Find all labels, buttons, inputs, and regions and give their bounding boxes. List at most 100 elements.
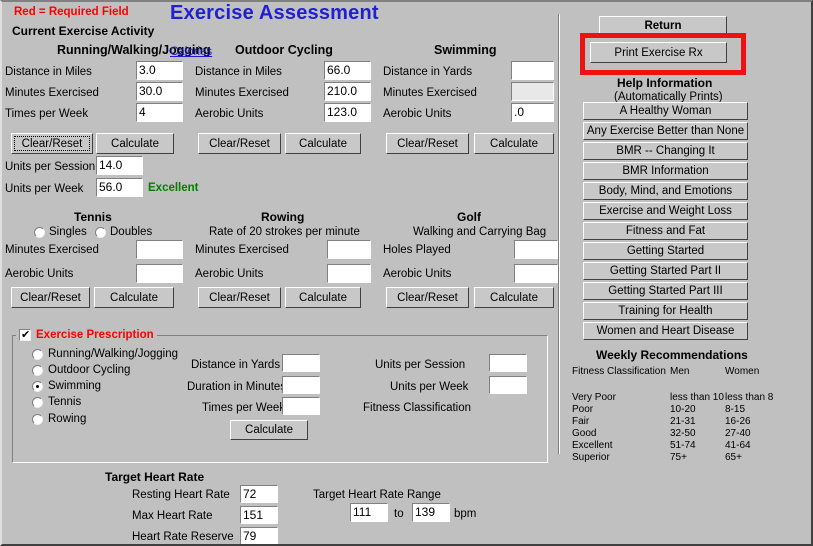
help-button-2-label: BMR -- Changing It <box>616 145 715 157</box>
weekly-row-5-class: Superior <box>572 452 610 463</box>
help-button-a-healthy-woman[interactable]: A Healthy Woman <box>583 102 748 120</box>
weekly-row-4-men: 51-74 <box>670 440 696 451</box>
prescription-radio-rowing[interactable] <box>32 414 43 425</box>
prescription-calculate-button[interactable]: Calculate <box>230 420 308 440</box>
prescription-option-1-label[interactable]: Outdoor Cycling <box>48 364 130 377</box>
tennis-doubles-label[interactable]: Doubles <box>110 226 152 239</box>
golf-calculate-button[interactable]: Calculate <box>474 287 554 308</box>
cycling-calculate-button[interactable]: Calculate <box>285 133 361 154</box>
cycling-field-0-label: Distance in Miles <box>195 66 282 78</box>
running-times-per-week-input[interactable]: 4 <box>136 103 183 122</box>
weekly-row-0-men: less than 10 <box>670 392 724 403</box>
tennis-field-0-label: Minutes Exercised <box>5 244 99 256</box>
target-range-unit-label: bpm <box>454 508 477 520</box>
prescription-distance-input[interactable] <box>282 354 320 372</box>
swimming-field-1-label: Minutes Exercised <box>383 87 477 99</box>
help-button-women-and-heart-disease[interactable]: Women and Heart Disease <box>583 322 748 340</box>
prescription-option-3-label[interactable]: Tennis <box>48 396 81 409</box>
swimming-calculate-button[interactable]: Calculate <box>474 133 554 154</box>
prescription-output-1-label: Units per Week <box>390 381 469 393</box>
max-heart-rate-output: 151 <box>240 506 278 524</box>
golf-clear-reset-button[interactable]: Clear/Reset <box>386 287 469 308</box>
golf-clear-reset-label: Clear/Reset <box>397 291 458 304</box>
running-result-1-label: Units per Week <box>5 183 84 195</box>
help-button-0-label: A Healthy Woman <box>619 105 712 117</box>
panel-divider <box>558 14 560 454</box>
prescription-units-per-session-output <box>489 354 527 372</box>
prescription-calculate-label: Calculate <box>245 424 293 436</box>
radio-selected-dot <box>35 384 39 388</box>
help-button-body-mind-and-emotions[interactable]: Body, Mind, and Emotions <box>583 182 748 200</box>
prescription-radio-cycling[interactable] <box>32 365 43 376</box>
prescription-option-4-label[interactable]: Rowing <box>48 413 86 426</box>
rowing-calculate-button[interactable]: Calculate <box>285 287 361 308</box>
help-button-11-label: Women and Heart Disease <box>596 325 735 337</box>
exercise-prescription-checkbox[interactable]: ✔ <box>19 329 31 341</box>
swimming-distance-input[interactable] <box>511 61 554 80</box>
print-exercise-rx-button[interactable]: Print Exercise Rx <box>590 42 727 63</box>
rowing-calculate-label: Calculate <box>299 291 347 304</box>
cycling-clear-reset-button[interactable]: Clear/Reset <box>198 133 281 154</box>
tennis-field-1-label: Aerobic Units <box>5 268 74 280</box>
target-range-high-output: 139 <box>412 503 450 522</box>
target-range-low-output: 111 <box>350 503 388 522</box>
help-button-bmr-changing-it[interactable]: BMR -- Changing It <box>583 142 748 160</box>
help-button-getting-started[interactable]: Getting Started <box>583 242 748 260</box>
swimming-minutes-input[interactable] <box>511 82 554 101</box>
return-button[interactable]: Return <box>599 16 727 36</box>
prescription-times-per-week-input[interactable] <box>282 397 320 415</box>
running-distance-input[interactable]: 3.0 <box>136 61 183 80</box>
prescription-option-2-label[interactable]: Swimming <box>48 380 101 393</box>
target-heart-rate-title: Target Heart Rate <box>105 470 205 484</box>
target-range-to-label: to <box>394 508 404 520</box>
golf-holes-played-input[interactable] <box>514 240 558 259</box>
help-button-4-label: Body, Mind, and Emotions <box>598 185 733 197</box>
rowing-clear-reset-button[interactable]: Clear/Reset <box>198 287 281 308</box>
tennis-clear-reset-button[interactable]: Clear/Reset <box>11 287 90 308</box>
cycling-field-2-label: Aerobic Units <box>195 108 264 120</box>
running-units-per-week-output: 56.0 <box>96 178 143 197</box>
exercise-prescription-group-label: ✔ Exercise Prescription <box>16 328 157 342</box>
weekly-row-5-women: 65+ <box>725 452 742 463</box>
tennis-singles-label[interactable]: Singles <box>49 226 87 239</box>
weekly-col-header-2: Women <box>725 366 760 377</box>
tennis-calculate-button[interactable]: Calculate <box>94 287 174 308</box>
help-button-exercise-and-weight-loss[interactable]: Exercise and Weight Loss <box>583 202 748 220</box>
prescription-radio-swimming[interactable] <box>32 381 43 392</box>
calories-link[interactable]: Calories <box>170 46 212 58</box>
prescription-input-0-label: Distance in Yards <box>191 359 281 371</box>
cycling-minutes-input[interactable]: 210.0 <box>324 82 371 101</box>
prescription-duration-input[interactable] <box>282 376 320 394</box>
help-button-training-for-health[interactable]: Training for Health <box>583 302 748 320</box>
rowing-minutes-input[interactable] <box>327 240 371 259</box>
help-button-getting-started-part-ii[interactable]: Getting Started Part II <box>583 262 748 280</box>
prescription-option-0-label[interactable]: Running/Walking/Jogging <box>48 348 178 361</box>
running-calculate-button[interactable]: Calculate <box>96 133 174 154</box>
rowing-subtitle: Rate of 20 strokes per minute <box>209 226 360 238</box>
tennis-doubles-radio[interactable] <box>95 227 106 238</box>
tennis-section-title: Tennis <box>74 210 112 224</box>
resting-heart-rate-input[interactable]: 72 <box>240 485 278 503</box>
cycling-distance-input[interactable]: 66.0 <box>324 61 371 80</box>
rowing-clear-reset-label: Clear/Reset <box>209 291 270 304</box>
tennis-minutes-input[interactable] <box>136 240 183 259</box>
golf-subtitle: Walking and Carrying Bag <box>413 226 547 238</box>
weekly-row-1-class: Poor <box>572 404 594 415</box>
tennis-singles-radio[interactable] <box>34 227 45 238</box>
prescription-radio-running[interactable] <box>32 349 43 360</box>
weekly-row-5-men: 75+ <box>670 452 687 463</box>
running-clear-reset-button[interactable]: Clear/Reset <box>11 133 93 154</box>
golf-field-0-label: Holes Played <box>383 244 451 256</box>
running-fitness-classification: Excellent <box>148 182 199 194</box>
help-button-getting-started-part-iii[interactable]: Getting Started Part III <box>583 282 748 300</box>
help-button-bmr-information[interactable]: BMR Information <box>583 162 748 180</box>
running-minutes-input[interactable]: 30.0 <box>136 82 183 101</box>
swimming-clear-reset-label: Clear/Reset <box>397 137 458 150</box>
focus-ring <box>14 136 90 151</box>
help-button-fitness-and-fat[interactable]: Fitness and Fat <box>583 222 748 240</box>
page-title: Exercise Assessment <box>170 2 379 24</box>
help-button-any-exercise-better-than-none[interactable]: Any Exercise Better than None <box>583 122 748 140</box>
swimming-clear-reset-button[interactable]: Clear/Reset <box>386 133 469 154</box>
prescription-radio-tennis[interactable] <box>32 397 43 408</box>
help-information-heading: Help Information <box>617 76 713 90</box>
